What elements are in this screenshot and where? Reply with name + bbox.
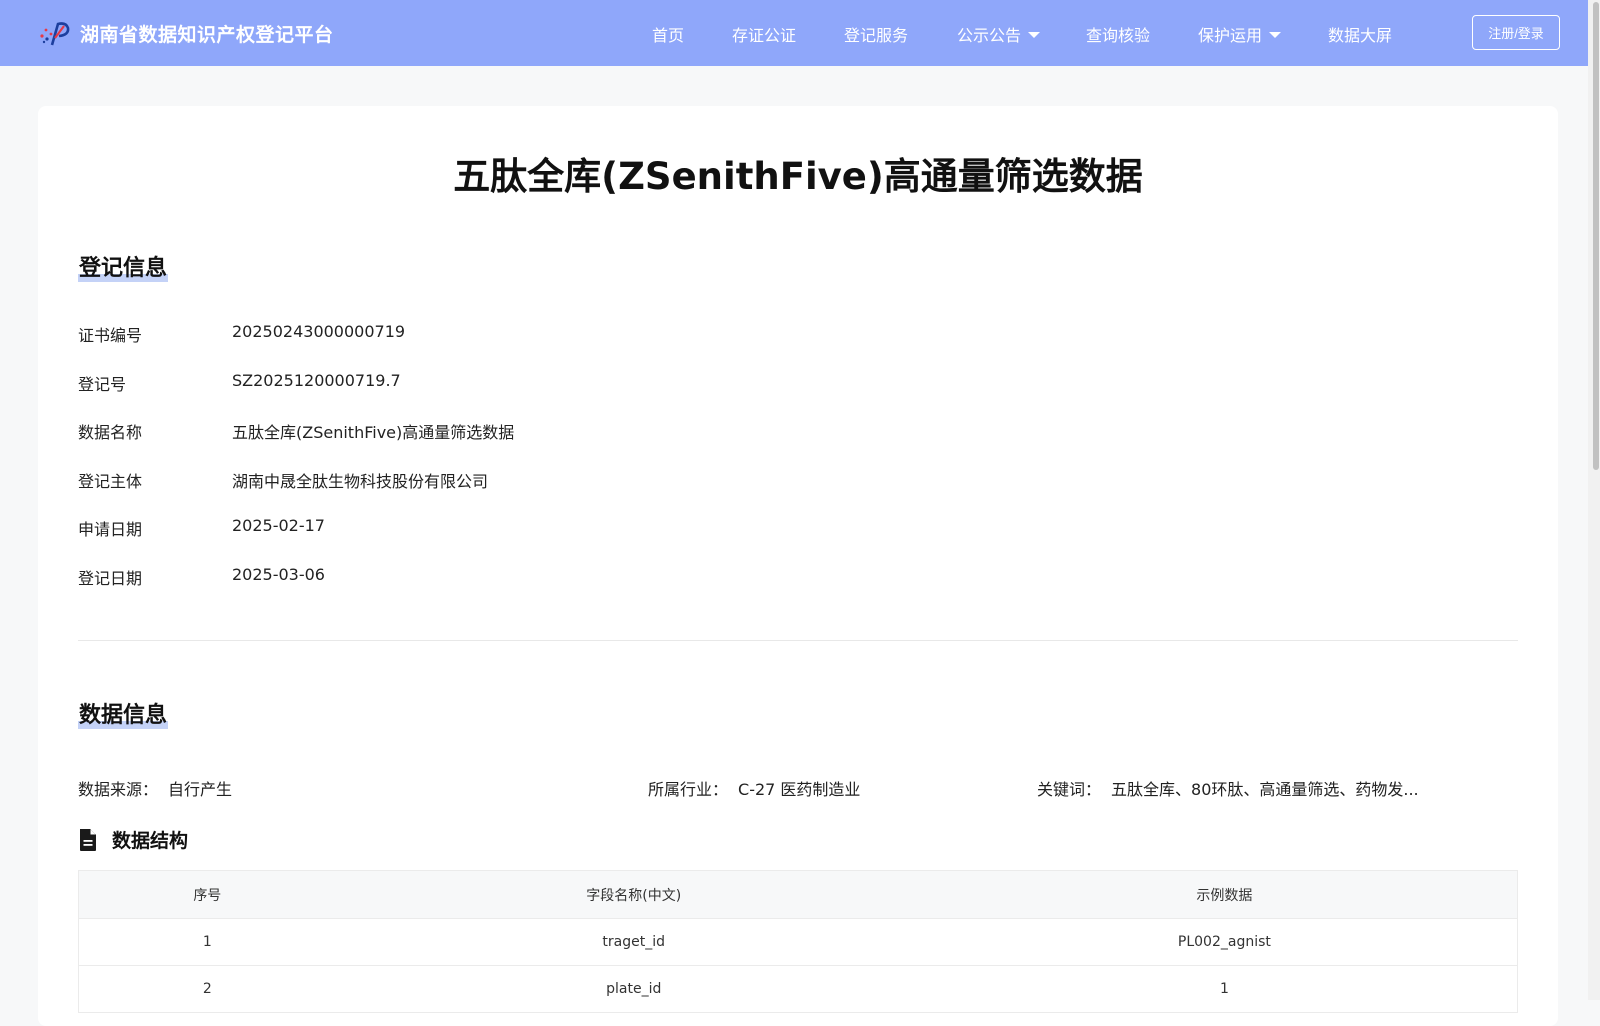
table-cell-sample-data: 1 [1219,981,1229,997]
industry: 所属行业： C-27 医药制造业 [648,776,860,800]
page-scrollbar-thumb[interactable] [1593,2,1599,470]
info-label: 证书编号 [78,326,143,345]
nav-item-registration[interactable]: 登记服务 [844,22,908,46]
column-header-field-name: 字段名称(中文) [586,887,682,904]
nav-item-protection[interactable]: 保护运用 [1198,22,1282,46]
info-value: 2025-02-17 [232,516,325,535]
info-value: 湖南中晟全肽生物科技股份有限公司 [232,472,489,491]
data-structure-title: 数据结构 [112,830,189,852]
info-value: SZ2025120000719.7 [232,371,401,390]
data-structure-heading: 数据结构 [78,826,188,853]
table-cell-index: 2 [202,981,212,997]
main-nav: 首页 存证公证 登记服务 公示公告 查询核验 保护运用 数据大屏 [0,0,1600,66]
data-structure-table: 序号 字段名称(中文) 示例数据 1 traget_id PL002_agnis… [78,870,1518,1013]
info-label: 登记日期 [78,569,143,588]
nav-label: 首页 [652,26,685,45]
top-navigation-bar: 湖南省数据知识产权登记平台 首页 存证公证 登记服务 公示公告 查询核验 保护运… [0,0,1600,66]
keywords-value: 五肽全库、80环肽、高通量筛选、药物发... [1111,780,1419,799]
nav-item-notarization[interactable]: 存证公证 [732,22,796,46]
nav-label: 数据大屏 [1328,26,1393,45]
table-row: 1 traget_id PL002_agnist [79,919,1517,966]
info-value: 五肽全库(ZSenithFive)高通量筛选数据 [232,423,515,442]
page-title: 五肽全库(ZSenithFive)高通量筛选数据 [453,155,1143,198]
keywords-label: 关键词： [1037,780,1102,799]
nav-item-verification[interactable]: 查询核验 [1086,22,1150,46]
nav-item-announcements[interactable]: 公示公告 [957,22,1041,46]
info-label: 申请日期 [78,520,143,539]
data-source-label: 数据来源： [78,780,159,799]
nav-label: 存证公证 [732,26,797,45]
nav-label: 登记服务 [844,26,909,45]
table-header-row: 序号 字段名称(中文) 示例数据 [79,871,1517,919]
chevron-down-icon [1028,32,1041,38]
table-cell-field-name: plate_id [606,981,662,997]
document-icon [78,828,100,852]
keywords: 关键词： 五肽全库、80环肽、高通量筛选、药物发... [1037,776,1419,800]
column-header-sample-data: 示例数据 [1196,887,1253,904]
info-label: 数据名称 [78,423,143,442]
nav-item-home[interactable]: 首页 [652,22,684,46]
info-value: 20250243000000719 [232,322,406,341]
nav-label: 查询核验 [1086,26,1151,45]
industry-label: 所属行业： [648,780,729,799]
info-value: 2025-03-06 [232,565,325,584]
nav-item-dashboard[interactable]: 数据大屏 [1328,22,1392,46]
info-label: 登记主体 [78,472,143,491]
chevron-down-icon [1269,32,1282,38]
login-button[interactable]: 注册/登录 [1472,15,1560,50]
industry-value: C-27 医药制造业 [738,780,861,799]
column-header-index: 序号 [193,887,222,904]
table-cell-sample-data: PL002_agnist [1177,934,1271,950]
table-cell-index: 1 [202,934,212,950]
section-divider [78,640,1518,641]
table-cell-field-name: traget_id [602,934,666,950]
info-label: 登记号 [78,375,127,394]
detail-card: 五肽全库(ZSenithFive)高通量筛选数据 登记信息 证书编号 20250… [38,106,1558,1026]
data-source-value: 自行产生 [168,780,233,799]
section-title-data-info: 数据信息 [78,697,169,729]
table-row: 2 plate_id 1 [79,966,1517,1013]
nav-label: 公示公告 [957,26,1022,45]
nav-label: 保护运用 [1198,26,1263,45]
section-title-registration: 登记信息 [78,250,169,282]
data-source: 数据来源： 自行产生 [78,776,232,800]
